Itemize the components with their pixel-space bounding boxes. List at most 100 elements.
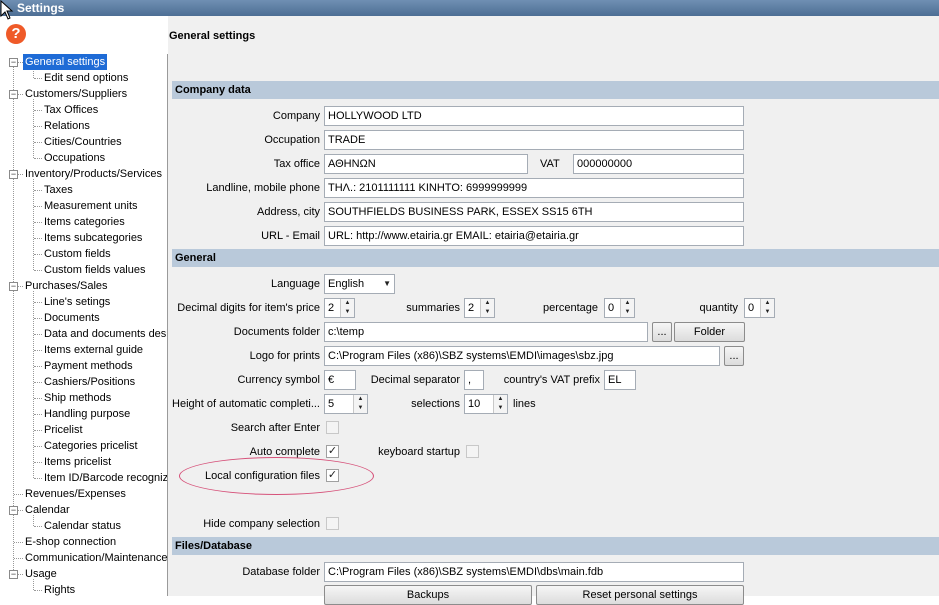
tree-item[interactable]: Handling purpose <box>44 406 130 422</box>
currency-symbol-field[interactable]: € <box>324 370 356 390</box>
backups-button[interactable]: Backups <box>324 585 532 605</box>
settings-tree[interactable]: − General settings Edit send options − Custo… <box>0 54 168 596</box>
search-after-enter-checkbox[interactable] <box>326 421 339 434</box>
tree-item[interactable]: Inventory/Products/Services <box>25 166 162 182</box>
settings-panel: General settings Company data Company HO… <box>168 16 939 605</box>
tree-item[interactable]: Item ID/Barcode recognize <box>44 470 167 486</box>
spinner-arrows-icon[interactable]: ▲ ▼ <box>493 395 507 413</box>
percentage-label: percentage <box>542 302 598 314</box>
tree-item[interactable]: Custom fields <box>44 246 111 262</box>
company-field[interactable]: HOLLYWOOD LTD <box>324 106 744 126</box>
tree-item[interactable]: Cities/Countries <box>44 134 122 150</box>
tree-item[interactable]: Categories pricelist <box>44 438 138 454</box>
auto-complete-checkbox[interactable]: ✓ <box>326 445 339 458</box>
spinner-arrows-icon[interactable]: ▲ ▼ <box>480 299 494 317</box>
tree-connector <box>14 542 23 543</box>
collapse-icon[interactable]: − <box>9 90 18 99</box>
autocomplete-height-label: Height of automatic completi... <box>172 398 320 410</box>
collapse-icon[interactable]: − <box>9 58 18 67</box>
database-folder-label: Database folder <box>242 566 320 578</box>
tree-item[interactable]: Calendar status <box>44 518 121 534</box>
tax-office-label: Tax office <box>273 158 320 170</box>
tree-item[interactable]: Taxes <box>44 182 73 198</box>
percentage-stepper[interactable]: 0 ▲ ▼ <box>604 298 635 318</box>
keyboard-startup-label: keyboard startup <box>378 446 460 458</box>
tree-item[interactable]: Customers/Suppliers <box>25 86 127 102</box>
tree-item[interactable]: Documents <box>44 310 100 326</box>
decimal-digits-stepper[interactable]: 2 ▲ ▼ <box>324 298 355 318</box>
tree-connector <box>34 382 42 383</box>
phone-field[interactable]: ΤΗΛ.: 2101111111 ΚΙΝΗΤΟ: 6999999999 <box>324 178 744 198</box>
collapse-icon[interactable]: − <box>9 170 18 179</box>
tree-item[interactable]: Items external guide <box>44 342 143 358</box>
decimal-digits-value: 2 <box>328 302 335 314</box>
autocomplete-height-stepper[interactable]: 5 ▲ ▼ <box>324 394 368 414</box>
database-folder-field[interactable]: C:\Program Files (x86)\SBZ systems\EMDI\… <box>324 562 744 582</box>
tree-connector <box>34 526 42 527</box>
tree-connector <box>34 462 42 463</box>
address-field[interactable]: SOUTHFIELDS BUSINESS PARK, ESSEX SS15 6T… <box>324 202 744 222</box>
occupation-field[interactable]: TRADE <box>324 130 744 150</box>
tree-item[interactable]: Payment methods <box>44 358 133 374</box>
tree-item[interactable]: Items subcategories <box>44 230 142 246</box>
tree-item[interactable]: Communication/Maintenance <box>25 550 167 566</box>
tree-connector <box>33 291 34 478</box>
tree-item[interactable]: E-shop connection <box>25 534 116 550</box>
url-email-field[interactable]: URL: http://www.etairia.gr EMAIL: etairi… <box>324 226 744 246</box>
tree-item[interactable]: Purchases/Sales <box>25 278 108 294</box>
documents-folder-field[interactable]: c:\temp <box>324 322 648 342</box>
language-select[interactable]: English ▼ <box>324 274 395 294</box>
tree-item[interactable]: Usage <box>25 566 57 582</box>
summaries-stepper[interactable]: 2 ▲ ▼ <box>464 298 495 318</box>
tree-item[interactable]: Measurement units <box>44 198 138 214</box>
tree-connector <box>34 110 42 111</box>
tree-item[interactable]: Line's setings <box>44 294 110 310</box>
browse-logo-button[interactable]: ... <box>724 346 744 366</box>
tree-connector <box>34 270 42 271</box>
collapse-icon[interactable]: − <box>9 570 18 579</box>
tree-item[interactable]: Ship methods <box>44 390 111 406</box>
tree-connector <box>34 590 42 591</box>
quantity-stepper[interactable]: 0 ▲ ▼ <box>744 298 775 318</box>
tree-item[interactable]: Rights <box>44 582 75 596</box>
help-icon[interactable]: ? <box>6 24 26 44</box>
spinner-arrows-icon[interactable]: ▲ ▼ <box>353 395 367 413</box>
tree-item[interactable]: Items categories <box>44 214 125 230</box>
collapse-icon[interactable]: − <box>9 282 18 291</box>
tree-item[interactable]: General settings <box>23 54 108 70</box>
decimal-separator-field[interactable]: , <box>464 370 484 390</box>
keyboard-startup-checkbox[interactable] <box>466 445 479 458</box>
address-label: Address, city <box>257 206 320 218</box>
reset-personal-settings-button[interactable]: Reset personal settings <box>536 585 744 605</box>
chevron-down-icon: ▼ <box>383 279 391 288</box>
tree-item[interactable]: Items pricelist <box>44 454 111 470</box>
tree-item[interactable]: Revenues/Expenses <box>25 486 126 502</box>
vat-prefix-field[interactable]: EL <box>604 370 636 390</box>
spinner-arrows-icon[interactable]: ▲ ▼ <box>340 299 354 317</box>
tree-item[interactable]: Tax Offices <box>44 102 98 118</box>
selections-stepper[interactable]: 10 ▲ ▼ <box>464 394 508 414</box>
page-title: General settings <box>169 30 256 42</box>
tree-item[interactable]: Custom fields values <box>44 262 146 278</box>
tree-item[interactable]: Relations <box>44 118 90 134</box>
tree-item[interactable]: Cashiers/Positions <box>44 374 135 390</box>
hide-company-selection-checkbox[interactable] <box>326 517 339 530</box>
lines-label: lines <box>513 398 536 410</box>
logo-field[interactable]: C:\Program Files (x86)\SBZ systems\EMDI\… <box>324 346 720 366</box>
spinner-arrows-icon[interactable]: ▲ ▼ <box>620 299 634 317</box>
collapse-icon[interactable]: − <box>9 506 18 515</box>
tree-item[interactable]: Pricelist <box>44 422 83 438</box>
browse-documents-button[interactable]: ... <box>652 322 672 342</box>
vat-field[interactable]: 000000000 <box>573 154 744 174</box>
tree-item[interactable]: Data and documents desi <box>44 326 167 342</box>
tree-item[interactable]: Calendar <box>25 502 70 518</box>
spinner-arrows-icon[interactable]: ▲ ▼ <box>760 299 774 317</box>
tree-connector <box>34 302 42 303</box>
tax-office-field[interactable]: ΑΘΗΝΩΝ <box>324 154 528 174</box>
tree-item[interactable]: Occupations <box>44 150 105 166</box>
tree-connector <box>34 142 42 143</box>
section-files-database: Files/Database <box>172 537 939 555</box>
folder-button[interactable]: Folder <box>674 322 745 342</box>
tree-item[interactable]: Edit send options <box>44 70 128 86</box>
autocomplete-height-value: 5 <box>328 398 335 410</box>
